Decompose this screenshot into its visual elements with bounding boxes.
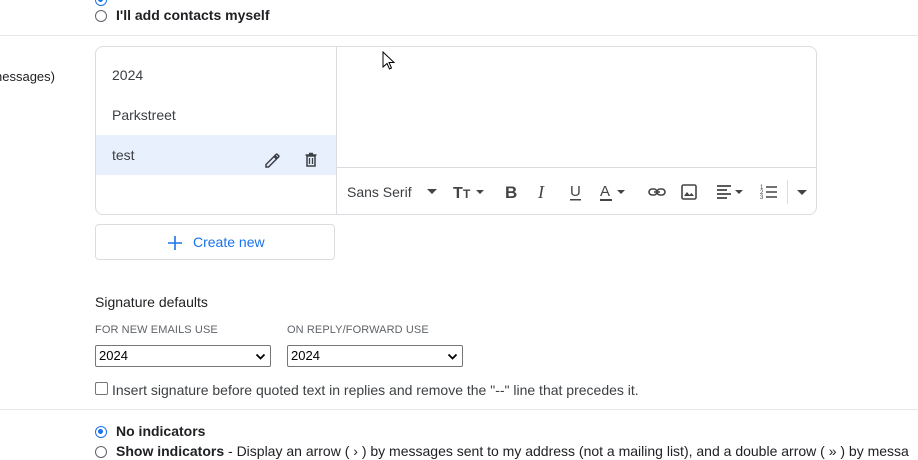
link-button[interactable] — [647, 182, 667, 202]
bold-button[interactable]: B — [503, 182, 521, 202]
toolbar-divider — [787, 180, 788, 204]
text-color-button[interactable]: A — [599, 182, 631, 202]
show-indicators-label: Show indicators — [116, 443, 225, 459]
show-indicators-row: Show indicators - Display an arrow ( › )… — [116, 442, 918, 460]
svg-text:A: A — [600, 183, 610, 200]
font-family-select[interactable]: Sans Serif — [347, 182, 439, 202]
chevron-down-icon — [255, 353, 266, 360]
numbered-list-button[interactable]: 123 — [759, 182, 779, 202]
section-divider-top — [0, 35, 918, 36]
mouse-cursor-icon — [382, 51, 396, 70]
signature-item-label: 2024 — [112, 67, 144, 83]
show-indicators-description: - Display an arrow ( › ) by messages sen… — [224, 443, 909, 459]
image-icon — [681, 184, 697, 200]
signature-defaults-heading: Signature defaults — [95, 294, 208, 310]
no-indicators-radio[interactable] — [95, 426, 107, 438]
chevron-down-icon — [447, 353, 458, 360]
reply-forward-caption: ON REPLY/FORWARD USE — [287, 324, 429, 336]
signature-section-label: nessages) — [0, 69, 55, 84]
svg-text:U: U — [570, 183, 581, 200]
add-contacts-myself-label: I'll add contacts myself — [116, 7, 270, 23]
more-formatting-button[interactable] — [795, 182, 809, 202]
chevron-down-icon — [427, 189, 437, 194]
formatting-toolbar: Sans Serif TT B I U A 123 — [337, 167, 816, 214]
no-indicators-label: No indicators — [116, 423, 206, 439]
align-left-icon — [717, 185, 743, 199]
signature-list: 2024 Parkstreet test — [96, 47, 337, 214]
pencil-icon[interactable] — [263, 145, 283, 168]
signature-editor-panel: 2024 Parkstreet test Sans Serif TT B I U… — [95, 46, 817, 215]
bold-icon: B — [505, 183, 517, 202]
new-emails-selected-value: 2024 — [99, 348, 128, 363]
text-color-icon: A — [600, 183, 625, 201]
text-size-icon: TT — [453, 185, 484, 202]
align-button[interactable] — [715, 182, 747, 202]
reply-forward-selected-value: 2024 — [291, 348, 320, 363]
svg-text:T: T — [453, 185, 463, 202]
contact-option-top-radio[interactable] — [95, 0, 107, 6]
svg-text:3: 3 — [760, 195, 764, 201]
underline-icon: U — [570, 183, 581, 201]
numbered-list-icon: 123 — [760, 185, 777, 201]
insert-before-quoted-checkbox[interactable] — [95, 382, 108, 395]
new-emails-caption: FOR NEW EMAILS USE — [95, 324, 218, 336]
trash-icon[interactable] — [301, 145, 321, 167]
svg-text:I: I — [537, 182, 545, 202]
signature-item-test[interactable]: test — [96, 135, 336, 175]
insert-before-quoted-label: Insert signature before quoted text in r… — [112, 382, 639, 398]
section-divider-bottom — [0, 409, 918, 410]
signature-item-2024[interactable]: 2024 — [96, 55, 336, 95]
italic-icon: I — [537, 182, 545, 202]
new-emails-signature-select[interactable]: 2024 — [95, 345, 271, 367]
signature-item-label: Parkstreet — [112, 107, 176, 123]
insert-image-button[interactable] — [679, 182, 699, 202]
add-contacts-myself-radio[interactable] — [95, 10, 107, 22]
link-icon — [648, 188, 666, 196]
signature-item-label: test — [112, 147, 135, 163]
underline-button[interactable]: U — [567, 182, 585, 202]
show-indicators-radio[interactable] — [95, 446, 107, 458]
svg-text:B: B — [505, 183, 517, 202]
create-new-signature-button[interactable]: Create new — [95, 224, 335, 260]
svg-text:T: T — [463, 187, 471, 201]
font-size-button[interactable]: TT — [453, 182, 487, 202]
chevron-down-icon — [797, 190, 807, 195]
font-family-label: Sans Serif — [347, 184, 412, 200]
signature-text-editor[interactable] — [337, 47, 816, 167]
italic-button[interactable]: I — [535, 182, 553, 202]
signature-item-parkstreet[interactable]: Parkstreet — [96, 95, 336, 135]
plus-icon — [168, 236, 182, 250]
create-new-label: Create new — [193, 234, 265, 250]
reply-forward-signature-select[interactable]: 2024 — [287, 345, 463, 367]
